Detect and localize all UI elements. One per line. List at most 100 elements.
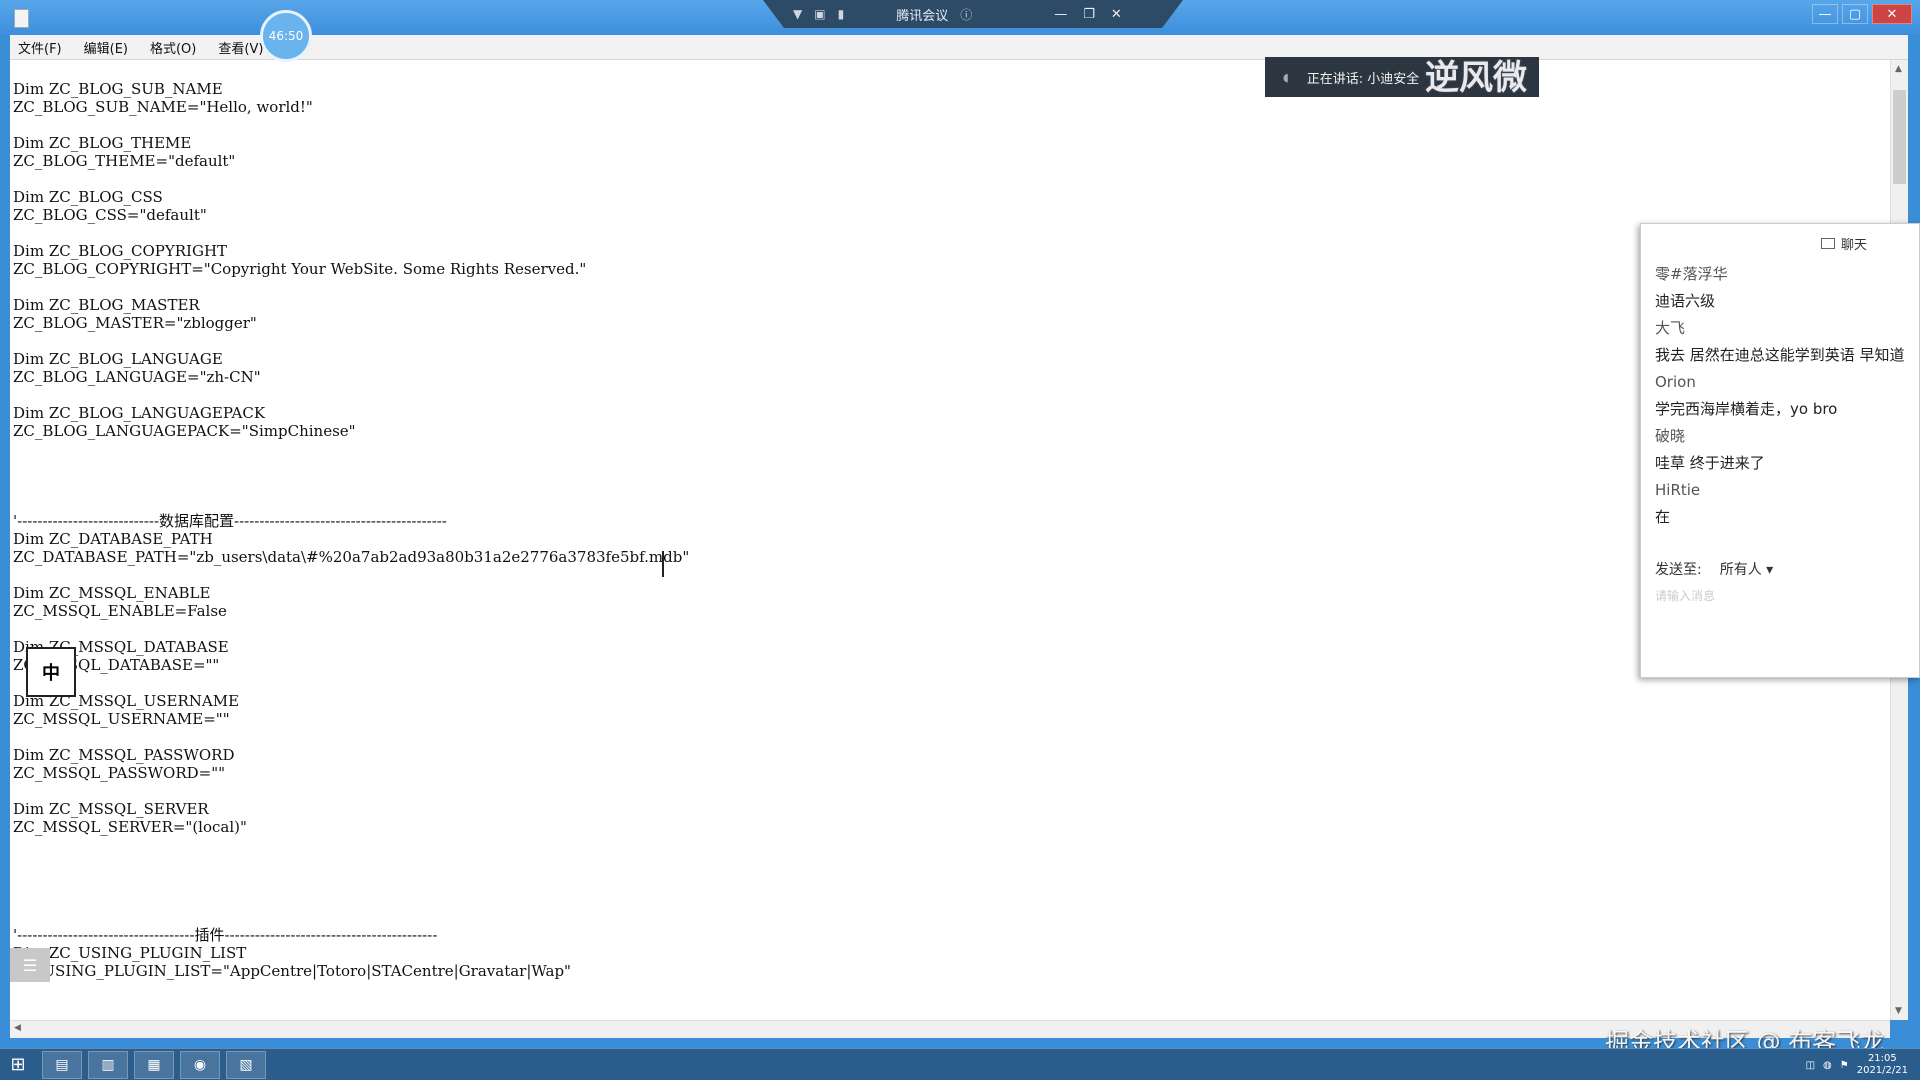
- explorer-icon[interactable]: ▦: [134, 1050, 174, 1079]
- code-line[interactable]: ZC_MSSQL_PASSWORD="": [13, 764, 689, 782]
- info-icon[interactable]: ⓘ: [960, 6, 972, 23]
- powershell-icon[interactable]: ▥: [88, 1050, 128, 1079]
- code-line[interactable]: Dim ZC_MSSQL_DATABASE: [13, 638, 689, 656]
- chat-header: 聊天: [1821, 234, 1867, 253]
- code-line[interactable]: [13, 566, 689, 584]
- code-line[interactable]: [13, 872, 689, 890]
- code-line[interactable]: [13, 782, 689, 800]
- code-line[interactable]: [13, 440, 689, 458]
- side-panel-handle-icon[interactable]: ☰: [10, 948, 50, 982]
- code-line[interactable]: ZC_BLOG_COPYRIGHT="Copyright Your WebSit…: [13, 260, 689, 278]
- chat-send-to: 发送至: 所有人 ▾: [1655, 559, 1773, 579]
- flag-icon[interactable]: ⚑: [1840, 1060, 1849, 1071]
- code-line[interactable]: [13, 458, 689, 476]
- menu-file[interactable]: 文件(F): [18, 38, 62, 57]
- chat-message-list: 零#落浮华 迪语六级 大飞 我去 居然在迪总这能学到英语 早知道 Orion 学…: [1655, 261, 1919, 531]
- code-line[interactable]: [13, 890, 689, 908]
- code-line[interactable]: [13, 836, 689, 854]
- menu-view[interactable]: 查看(V): [218, 38, 263, 57]
- code-line[interactable]: Dim ZC_BLOG_COPYRIGHT: [13, 242, 689, 260]
- clock[interactable]: 21:05 2021/2/21: [1857, 1053, 1908, 1077]
- code-line[interactable]: ZC_BLOG_LANGUAGEPACK="SimpChinese": [13, 422, 689, 440]
- start-button[interactable]: ⊞: [0, 1049, 36, 1080]
- code-line[interactable]: [13, 476, 689, 494]
- meeting-restore-icon[interactable]: ❐: [1083, 7, 1095, 22]
- code-line[interactable]: Dim ZC_DATABASE_PATH: [13, 530, 689, 548]
- code-line[interactable]: Dim ZC_USING_PLUGIN_LIST: [13, 944, 689, 962]
- code-line[interactable]: [13, 674, 689, 692]
- chat-sender: 破晓: [1655, 427, 1686, 445]
- close-button[interactable]: ✕: [1872, 4, 1912, 24]
- code-line[interactable]: [13, 908, 689, 926]
- code-line[interactable]: ZC_USING_PLUGIN_LIST="AppCentre|Totoro|S…: [13, 962, 689, 980]
- chat-panel: 聊天 零#落浮华 迪语六级 大飞 我去 居然在迪总这能学到英语 早知道 Orio…: [1640, 223, 1920, 678]
- scroll-left-icon[interactable]: ◀: [14, 1023, 21, 1033]
- code-line[interactable]: ZC_BLOG_CSS="default": [13, 206, 689, 224]
- microphone-icon: ◖: [1283, 70, 1289, 84]
- browser-icon[interactable]: ◉: [180, 1050, 220, 1079]
- code-line[interactable]: Dim ZC_BLOG_THEME: [13, 134, 689, 152]
- code-line[interactable]: [13, 620, 689, 638]
- code-line[interactable]: ZC_MSSQL_USERNAME="": [13, 710, 689, 728]
- chat-message: 我去 居然在迪总这能学到英语 早知道: [1655, 346, 1905, 364]
- code-line[interactable]: Dim ZC_BLOG_MASTER: [13, 296, 689, 314]
- code-line[interactable]: '----------------------------数据库配置------…: [13, 512, 689, 530]
- chat-sender: 零#落浮华: [1655, 265, 1728, 283]
- code-line[interactable]: ZC_MSSQL_ENABLE=False: [13, 602, 689, 620]
- code-line[interactable]: [13, 494, 689, 512]
- ime-indicator[interactable]: 中: [26, 647, 76, 697]
- text-cursor: [662, 551, 674, 577]
- code-line[interactable]: Dim ZC_MSSQL_PASSWORD: [13, 746, 689, 764]
- meeting-close-icon[interactable]: ✕: [1111, 7, 1122, 22]
- code-line[interactable]: Dim ZC_MSSQL_SERVER: [13, 800, 689, 818]
- code-line[interactable]: [13, 386, 689, 404]
- code-line[interactable]: [13, 278, 689, 296]
- code-line[interactable]: [13, 224, 689, 242]
- code-line[interactable]: ZC_BLOG_SUB_NAME="Hello, world!": [13, 98, 689, 116]
- code-line[interactable]: Dim ZC_BLOG_CSS: [13, 188, 689, 206]
- code-line[interactable]: '-----------------------------------插件--…: [13, 926, 689, 944]
- code-line[interactable]: ZC_DATABASE_PATH="zb_users\data\#%20a7ab…: [13, 548, 689, 566]
- scroll-up-icon[interactable]: ▲: [1895, 64, 1902, 74]
- code-line[interactable]: Dim ZC_BLOG_LANGUAGEPACK: [13, 404, 689, 422]
- code-text[interactable]: Dim ZC_BLOG_SUB_NAME ZC_BLOG_SUB_NAME="He…: [13, 80, 689, 980]
- code-line[interactable]: ZC_MSSQL_SERVER="(local)": [13, 818, 689, 836]
- menu-edit[interactable]: 编辑(E): [84, 38, 128, 57]
- menu-format[interactable]: 格式(O): [150, 38, 196, 57]
- code-line[interactable]: Dim ZC_MSSQL_USERNAME: [13, 692, 689, 710]
- recording-timer[interactable]: 46:50: [260, 10, 312, 62]
- clock-date: 2021/2/21: [1856, 1065, 1908, 1076]
- meeting-minimize-icon[interactable]: —: [1054, 7, 1067, 22]
- minimize-button[interactable]: —: [1812, 4, 1838, 24]
- speaking-label: 正在讲话: 小迪安全: [1306, 71, 1420, 87]
- code-line[interactable]: [13, 728, 689, 746]
- overlay-caption: 逆风微: [1425, 58, 1527, 98]
- code-line[interactable]: Dim ZC_MSSQL_ENABLE: [13, 584, 689, 602]
- text-editor[interactable]: Dim ZC_BLOG_SUB_NAME ZC_BLOG_SUB_NAME="He…: [10, 60, 1890, 1020]
- code-line[interactable]: Dim ZC_BLOG_SUB_NAME: [13, 80, 689, 98]
- screen-icon[interactable]: ▣: [814, 7, 825, 21]
- chat-input[interactable]: 请输入消息: [1655, 587, 1715, 604]
- code-line[interactable]: Dim ZC_BLOG_LANGUAGE: [13, 350, 689, 368]
- code-line[interactable]: [13, 332, 689, 350]
- notepad-taskbar-icon[interactable]: ▧: [226, 1050, 266, 1079]
- code-line[interactable]: [13, 854, 689, 872]
- server-manager-icon[interactable]: ▤: [42, 1050, 82, 1079]
- meeting-window-controls: — ❐ ✕: [1054, 7, 1122, 22]
- code-line[interactable]: ZC_MSSQL_DATABASE="": [13, 656, 689, 674]
- code-line[interactable]: [13, 116, 689, 134]
- code-line[interactable]: ZC_BLOG_THEME="default": [13, 152, 689, 170]
- scroll-down-icon[interactable]: ▼: [1895, 1006, 1902, 1016]
- code-line[interactable]: ZC_BLOG_MASTER="zblogger": [13, 314, 689, 332]
- send-to-value: 所有人: [1719, 562, 1762, 578]
- notepad-icon: [14, 9, 29, 28]
- chat-sender: 大飞: [1655, 319, 1686, 337]
- send-to-dropdown[interactable]: 所有人 ▾: [1720, 559, 1773, 579]
- volume-icon[interactable]: ◍: [1823, 1060, 1832, 1071]
- network-icon[interactable]: ◫: [1806, 1060, 1815, 1071]
- chevron-down-icon[interactable]: ▼: [793, 7, 802, 21]
- vertical-scroll-thumb[interactable]: [1893, 90, 1906, 184]
- maximize-button[interactable]: ▢: [1842, 4, 1868, 24]
- code-line[interactable]: ZC_BLOG_LANGUAGE="zh-CN": [13, 368, 689, 386]
- code-line[interactable]: [13, 170, 689, 188]
